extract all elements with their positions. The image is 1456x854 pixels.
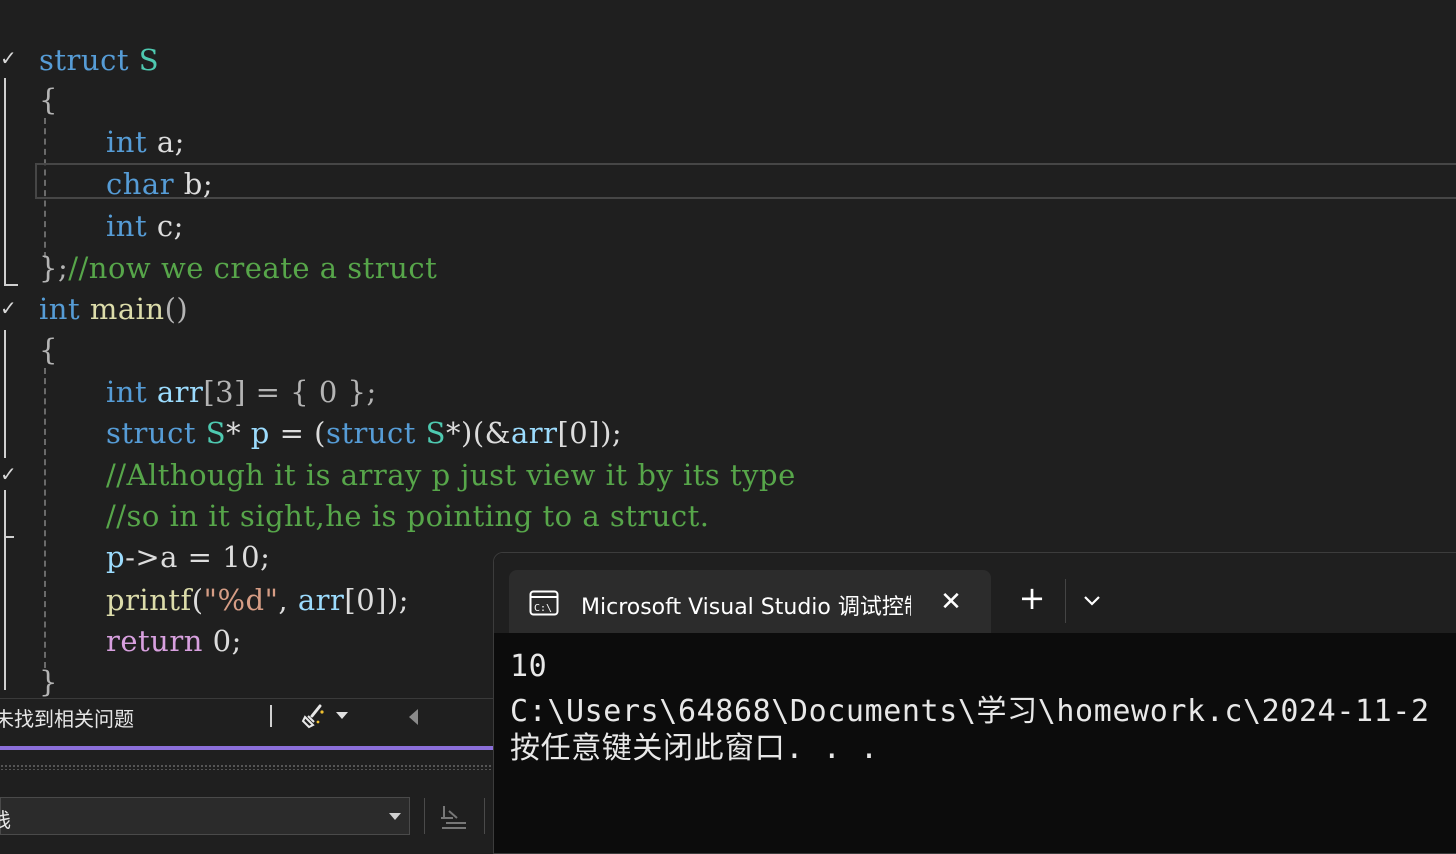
code-token: arr: [156, 375, 204, 409]
code-token: //so in it sight,he is pointing to a str…: [106, 499, 710, 533]
code-token: {: [39, 333, 58, 367]
outline-bar: [4, 78, 6, 286]
code-line[interactable]: };//now we create a struct: [39, 248, 437, 289]
code-token: //Although it is array p just view it by…: [106, 458, 796, 492]
outline-bar-end: [4, 536, 14, 538]
code-token: return: [106, 624, 203, 658]
code-token: ->a = 10;: [125, 540, 271, 574]
code-token: [0]);: [344, 583, 410, 617]
chevron-down-icon[interactable]: [336, 712, 348, 719]
status-row: 未找到相关问题: [0, 698, 494, 735]
code-line[interactable]: {: [39, 330, 58, 371]
code-line[interactable]: }: [39, 662, 58, 700]
terminal-tab-title: Microsoft Visual Studio 调试控制台: [581, 595, 911, 620]
toolbar-separator: [424, 798, 425, 834]
code-token: [0]);: [557, 416, 623, 450]
outline-bar: [4, 330, 6, 458]
code-token: S: [205, 416, 227, 450]
outline-bar-end: [4, 284, 18, 286]
code-token: a;: [147, 125, 185, 159]
code-line[interactable]: return 0;: [106, 621, 242, 662]
code-token: = (: [269, 416, 326, 450]
code-token: char: [106, 167, 175, 201]
chevron-down-icon: [389, 813, 401, 820]
code-token: 0;: [202, 624, 242, 658]
code-token: arr: [297, 583, 345, 617]
code-token: int: [39, 292, 81, 326]
chevron-down-icon[interactable]: [1081, 589, 1103, 611]
code-token: p: [106, 540, 126, 574]
code-token: ,: [278, 583, 298, 617]
code-token: main: [89, 292, 165, 326]
code-cleanup-brush-icon[interactable]: [300, 703, 326, 729]
checkmark-icon: ✓: [0, 462, 17, 486]
scroll-left-icon[interactable]: [409, 709, 418, 725]
code-token: *: [226, 416, 251, 450]
code-line[interactable]: char b;: [106, 164, 213, 205]
code-token: S: [425, 416, 447, 450]
code-line[interactable]: printf("%d", arr[0]);: [106, 580, 409, 621]
code-token: p: [250, 416, 270, 450]
current-line-highlight: [35, 163, 1456, 199]
panel-splitter[interactable]: [0, 764, 494, 770]
code-line[interactable]: //so in it sight,he is pointing to a str…: [106, 496, 710, 537]
code-token: [3] = { 0 };: [203, 375, 377, 409]
issues-status[interactable]: 未找到相关问题: [0, 703, 134, 732]
code-line[interactable]: struct S: [39, 40, 159, 81]
code-token: "%d": [203, 583, 279, 617]
terminal-output[interactable]: 10 C:\Users\64868\Documents\学习\homework.…: [494, 633, 1456, 853]
code-token: int: [106, 209, 148, 243]
code-token: struct: [106, 416, 196, 450]
code-token: struct: [39, 43, 129, 77]
terminal-tab[interactable]: C:\ Microsoft Visual Studio 调试控制台 ✕: [509, 570, 991, 634]
output-source-dropdown[interactable]: 栈: [0, 797, 410, 835]
code-token: //now we create a struct: [68, 251, 438, 285]
code-line[interactable]: struct S* p = (struct S*)(&arr[0]);: [106, 413, 622, 454]
panel-accent-bar: [0, 746, 494, 750]
titlebar-separator: [1065, 579, 1066, 623]
status-separator: [270, 705, 272, 727]
terminal-output-line: 按任意键关闭此窗口. . .: [510, 731, 879, 766]
code-token: };: [39, 251, 69, 285]
terminal-window[interactable]: C:\ Microsoft Visual Studio 调试控制台 ✕ + 10…: [493, 552, 1456, 854]
code-line[interactable]: int main(): [39, 289, 188, 330]
console-icon: C:\: [529, 590, 559, 616]
code-token: }: [39, 665, 58, 699]
outline-bar: [4, 490, 6, 690]
code-token: struct: [325, 416, 416, 450]
output-source-value: 栈: [0, 808, 11, 832]
word-wrap-icon[interactable]: [438, 802, 470, 832]
code-token: arr: [510, 416, 558, 450]
code-token: printf: [106, 583, 192, 617]
code-token: (): [164, 292, 189, 326]
code-token: (: [191, 583, 204, 617]
code-token: int: [106, 125, 148, 159]
code-token: {: [39, 83, 58, 117]
code-line[interactable]: {: [39, 80, 58, 121]
checkmark-icon: ✓: [0, 296, 17, 320]
close-icon[interactable]: ✕: [937, 588, 965, 616]
terminal-output-line: 10: [510, 649, 548, 684]
code-token: S: [138, 43, 160, 77]
code-line[interactable]: int a;: [106, 122, 185, 163]
svg-text:C:\: C:\: [534, 603, 552, 614]
code-token: b;: [174, 167, 214, 201]
code-line[interactable]: p->a = 10;: [106, 537, 270, 578]
indent-guide: [44, 368, 46, 668]
new-tab-button[interactable]: +: [1016, 582, 1048, 615]
toolbar-separator: [484, 798, 485, 834]
code-token: int: [106, 375, 148, 409]
code-token: *)(&: [446, 416, 511, 450]
code-token: c;: [147, 209, 184, 243]
terminal-titlebar[interactable]: C:\ Microsoft Visual Studio 调试控制台 ✕ +: [494, 553, 1456, 634]
checkmark-icon: ✓: [0, 46, 17, 70]
code-line[interactable]: int c;: [106, 206, 184, 247]
code-line[interactable]: //Although it is array p just view it by…: [106, 455, 796, 496]
code-line[interactable]: int arr[3] = { 0 };: [106, 372, 377, 413]
